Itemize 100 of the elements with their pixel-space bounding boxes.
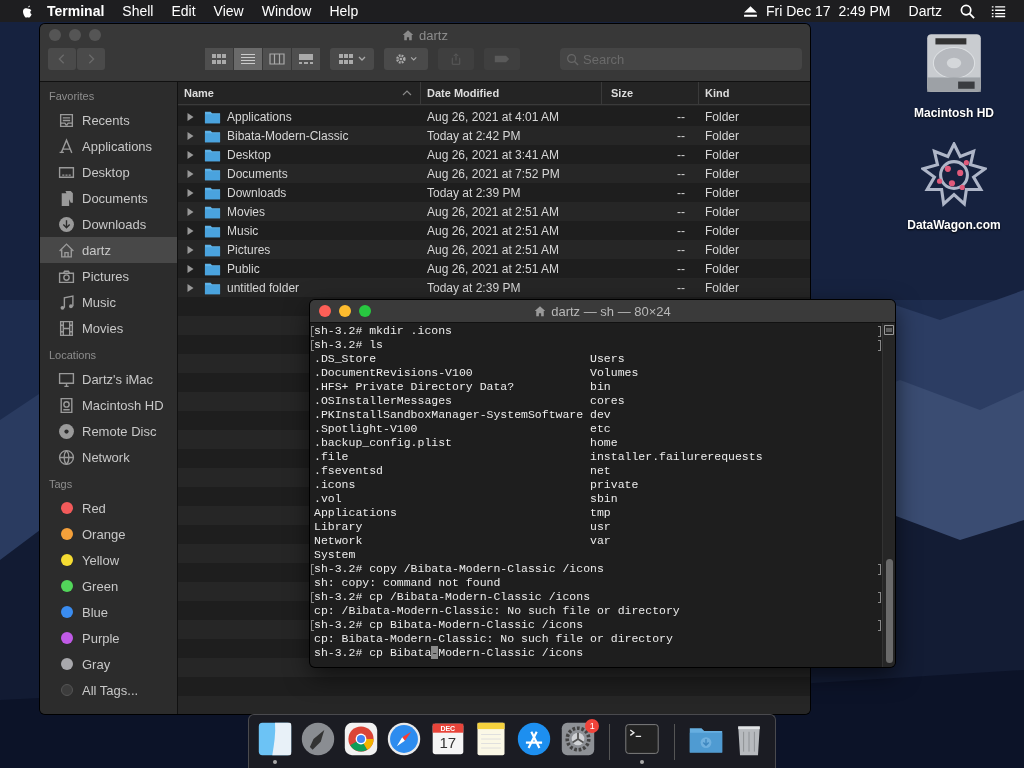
star-pattern-icon[interactable] bbox=[921, 142, 987, 208]
disclosure-triangle-icon[interactable] bbox=[186, 150, 194, 159]
file-row[interactable]: Movies Aug 26, 2021 at 2:51 AM -- Folder bbox=[178, 202, 810, 221]
menu-app-name[interactable]: Terminal bbox=[47, 3, 105, 19]
eject-icon[interactable] bbox=[743, 3, 759, 19]
disclosure-triangle-icon[interactable] bbox=[186, 226, 194, 235]
compass-icon[interactable] bbox=[386, 721, 423, 757]
zoom-button[interactable] bbox=[359, 305, 371, 317]
sidebar-item[interactable]: Downloads bbox=[40, 211, 177, 237]
sidebar-item[interactable]: Yellow bbox=[40, 547, 177, 573]
list-icon[interactable] bbox=[991, 3, 1006, 19]
file-row[interactable]: Downloads Today at 2:39 PM -- Folder bbox=[178, 183, 810, 202]
disclosure-triangle-icon[interactable] bbox=[186, 131, 194, 140]
disclosure-triangle-icon[interactable] bbox=[186, 264, 194, 273]
sidebar-item[interactable]: dartz bbox=[40, 237, 177, 263]
sidebar-item[interactable]: Green bbox=[40, 573, 177, 599]
menu-clock[interactable]: Fri Dec 17 2:49 PM bbox=[766, 3, 891, 19]
sidebar-item[interactable]: Orange bbox=[40, 521, 177, 547]
folder-icon bbox=[204, 128, 221, 143]
size-cell-text: -- bbox=[676, 166, 686, 181]
sidebar-item[interactable]: Movies bbox=[40, 315, 177, 341]
folder-icon bbox=[204, 185, 221, 200]
kind-cell-text: Folder bbox=[704, 223, 740, 238]
terminal-line: .OSInstallerMessages bbox=[314, 394, 454, 408]
sidebar-item[interactable]: Desktop bbox=[40, 159, 177, 185]
disclosure-triangle-icon[interactable] bbox=[186, 207, 194, 216]
column-header[interactable]: Size bbox=[602, 82, 699, 104]
sidebar-item[interactable]: Network bbox=[40, 444, 177, 470]
terminal-line: sh-3.2# cp /Bibata-Modern-Classic /icons bbox=[314, 590, 591, 604]
search-icon[interactable] bbox=[960, 3, 975, 19]
view-mode-button[interactable] bbox=[292, 48, 320, 70]
terminal-line: System bbox=[314, 548, 356, 562]
sidebar-item[interactable]: Remote Disc bbox=[40, 418, 177, 444]
menu-item[interactable]: Edit bbox=[171, 3, 196, 19]
size-cell-text: -- bbox=[676, 280, 686, 295]
menu-item[interactable]: Window bbox=[261, 3, 312, 19]
menu-item[interactable]: View bbox=[213, 3, 244, 19]
terminal-line: cores bbox=[590, 394, 625, 408]
column-header[interactable]: Name bbox=[178, 82, 421, 104]
disclosure-triangle-icon[interactable] bbox=[186, 245, 194, 254]
sidebar-heading: Locations bbox=[48, 348, 98, 363]
column-header[interactable]: Date Modified bbox=[421, 82, 602, 104]
file-name: Movies bbox=[227, 204, 265, 219]
terminal-line: sbin bbox=[590, 492, 618, 506]
file-row[interactable]: Pictures Aug 26, 2021 at 2:51 AM -- Folder bbox=[178, 240, 810, 259]
group-button[interactable] bbox=[330, 48, 374, 70]
sidebar-item[interactable]: Blue bbox=[40, 599, 177, 625]
sidebar-item[interactable]: Dartz's iMac bbox=[40, 366, 177, 392]
terminal-line: home bbox=[590, 436, 618, 450]
menu-item[interactable]: Shell bbox=[122, 3, 154, 19]
terminal-line: sh-3.2# cp Bibata-Modern-Classic /icons bbox=[314, 618, 584, 632]
color-wheel-icon[interactable] bbox=[343, 721, 380, 757]
menu-user[interactable]: Dartz bbox=[908, 3, 942, 19]
file-row[interactable]: Public Aug 26, 2021 at 2:51 AM -- Folder bbox=[178, 259, 810, 278]
minimize-button[interactable] bbox=[339, 305, 351, 317]
terminal-line: dev bbox=[590, 408, 611, 422]
file-row[interactable]: Music Aug 26, 2021 at 2:51 AM -- Folder bbox=[178, 221, 810, 240]
a-shape-icon[interactable] bbox=[516, 721, 553, 757]
sidebar-item[interactable]: Purple bbox=[40, 625, 177, 651]
home-icon bbox=[534, 305, 547, 317]
scrollbar[interactable] bbox=[882, 323, 895, 667]
disclosure-triangle-icon[interactable] bbox=[186, 112, 194, 121]
sidebar-item[interactable]: Documents bbox=[40, 185, 177, 211]
sidebar-item[interactable]: Red bbox=[40, 495, 177, 521]
view-mode-button[interactable] bbox=[234, 48, 262, 70]
sidebar-item[interactable]: Recents bbox=[40, 107, 177, 133]
disclosure-triangle-icon[interactable] bbox=[186, 188, 194, 197]
two-tone-square-icon[interactable] bbox=[256, 721, 293, 757]
file-name: Public bbox=[227, 261, 260, 276]
desktop-icon-label[interactable]: DataWagon.com bbox=[907, 218, 1001, 232]
sidebar-item[interactable]: Music bbox=[40, 289, 177, 315]
file-row[interactable]: Applications Aug 26, 2021 at 4:01 AM -- Folder bbox=[178, 107, 810, 126]
disclosure-triangle-icon[interactable] bbox=[186, 283, 194, 292]
view-mode-button[interactable] bbox=[205, 48, 233, 70]
folder-icon bbox=[204, 261, 221, 276]
column-header[interactable]: Kind bbox=[699, 82, 810, 104]
sidebar-item[interactable]: Applications bbox=[40, 133, 177, 159]
terminal-line: Applications bbox=[314, 506, 398, 520]
file-row[interactable]: untitled folder Today at 2:39 PM -- Folder bbox=[178, 278, 810, 297]
desktop-icon-label[interactable]: Macintosh HD bbox=[914, 106, 994, 120]
scrollbar-thumb[interactable] bbox=[885, 559, 893, 663]
file-row[interactable]: Desktop Aug 26, 2021 at 3:41 AM -- Folder bbox=[178, 145, 810, 164]
file-row[interactable]: Documents Aug 26, 2021 at 7:52 PM -- Folder bbox=[178, 164, 810, 183]
menu-item[interactable]: Help bbox=[329, 3, 359, 19]
action-button[interactable] bbox=[384, 48, 428, 70]
file-row[interactable]: Bibata-Modern-Classic Today at 2:42 PM -- Folder bbox=[178, 126, 810, 145]
close-button[interactable] bbox=[319, 305, 331, 317]
view-mode-button[interactable] bbox=[263, 48, 291, 70]
gear-icon[interactable] bbox=[559, 721, 596, 757]
terminal-icon[interactable] bbox=[623, 721, 660, 757]
split-pane-icon[interactable] bbox=[884, 325, 894, 335]
disclosure-triangle-icon[interactable] bbox=[186, 169, 194, 178]
terminal-line: sh-3.2# ls bbox=[314, 338, 383, 352]
sidebar-item[interactable]: All Tags... bbox=[40, 677, 177, 703]
date-cell-text: Aug 26, 2021 at 7:52 PM bbox=[426, 166, 561, 181]
sidebar-item[interactable]: Pictures bbox=[40, 263, 177, 289]
folder-icon bbox=[204, 280, 221, 295]
terminal-line: .file bbox=[314, 450, 350, 464]
sidebar-item[interactable]: Macintosh HD bbox=[40, 392, 177, 418]
sidebar-item[interactable]: Gray bbox=[40, 651, 177, 677]
